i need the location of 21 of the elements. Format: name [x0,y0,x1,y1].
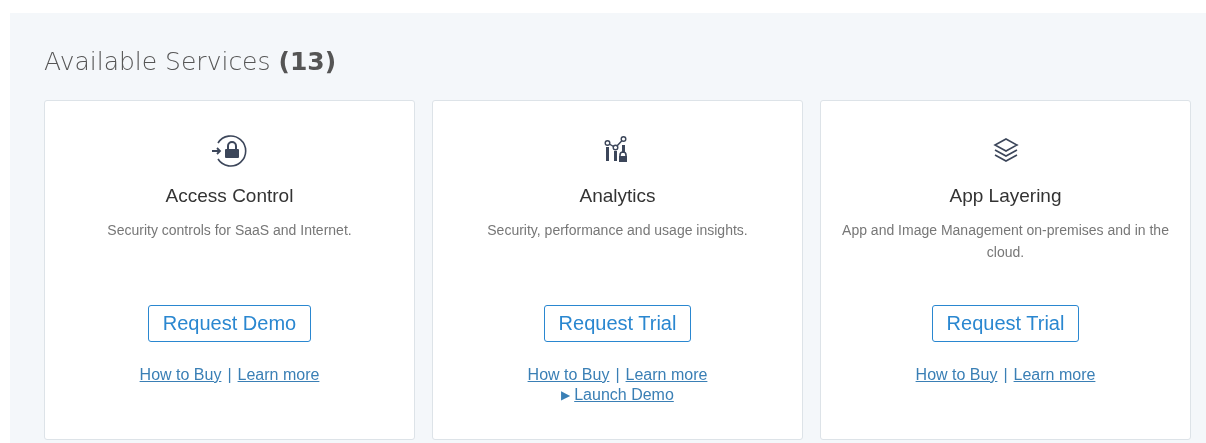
link[interactable]: Learn more [1013,366,1096,384]
request-button[interactable]: Request Trial [931,305,1080,342]
service-title: Access Control [165,185,294,207]
service-description: App and Image Management on-premises and in the cloud. [841,221,1170,262]
request-button[interactable]: Request Trial [543,305,692,342]
link[interactable]: How to Buy [915,366,998,384]
link[interactable]: How to Buy [139,366,222,384]
link[interactable]: How to Buy [527,366,610,384]
service-title: App Layering [949,185,1062,207]
link-separator: | [615,366,620,384]
service-title: Analytics [579,185,656,207]
service-description: Security controls for SaaS and Internet. [106,221,353,240]
link[interactable]: Learn more [237,366,320,384]
link-separator: | [1003,366,1008,384]
section-title: Available Services (13) [44,47,338,76]
request-button[interactable]: Request Demo [147,305,312,342]
play-marker: ▶ [561,388,571,402]
link[interactable]: Learn more [625,366,708,384]
launch-demo-link[interactable]: Launch Demo [574,386,674,404]
service-description: Security, performance and usage insights. [486,221,749,240]
link-separator: | [227,366,232,384]
